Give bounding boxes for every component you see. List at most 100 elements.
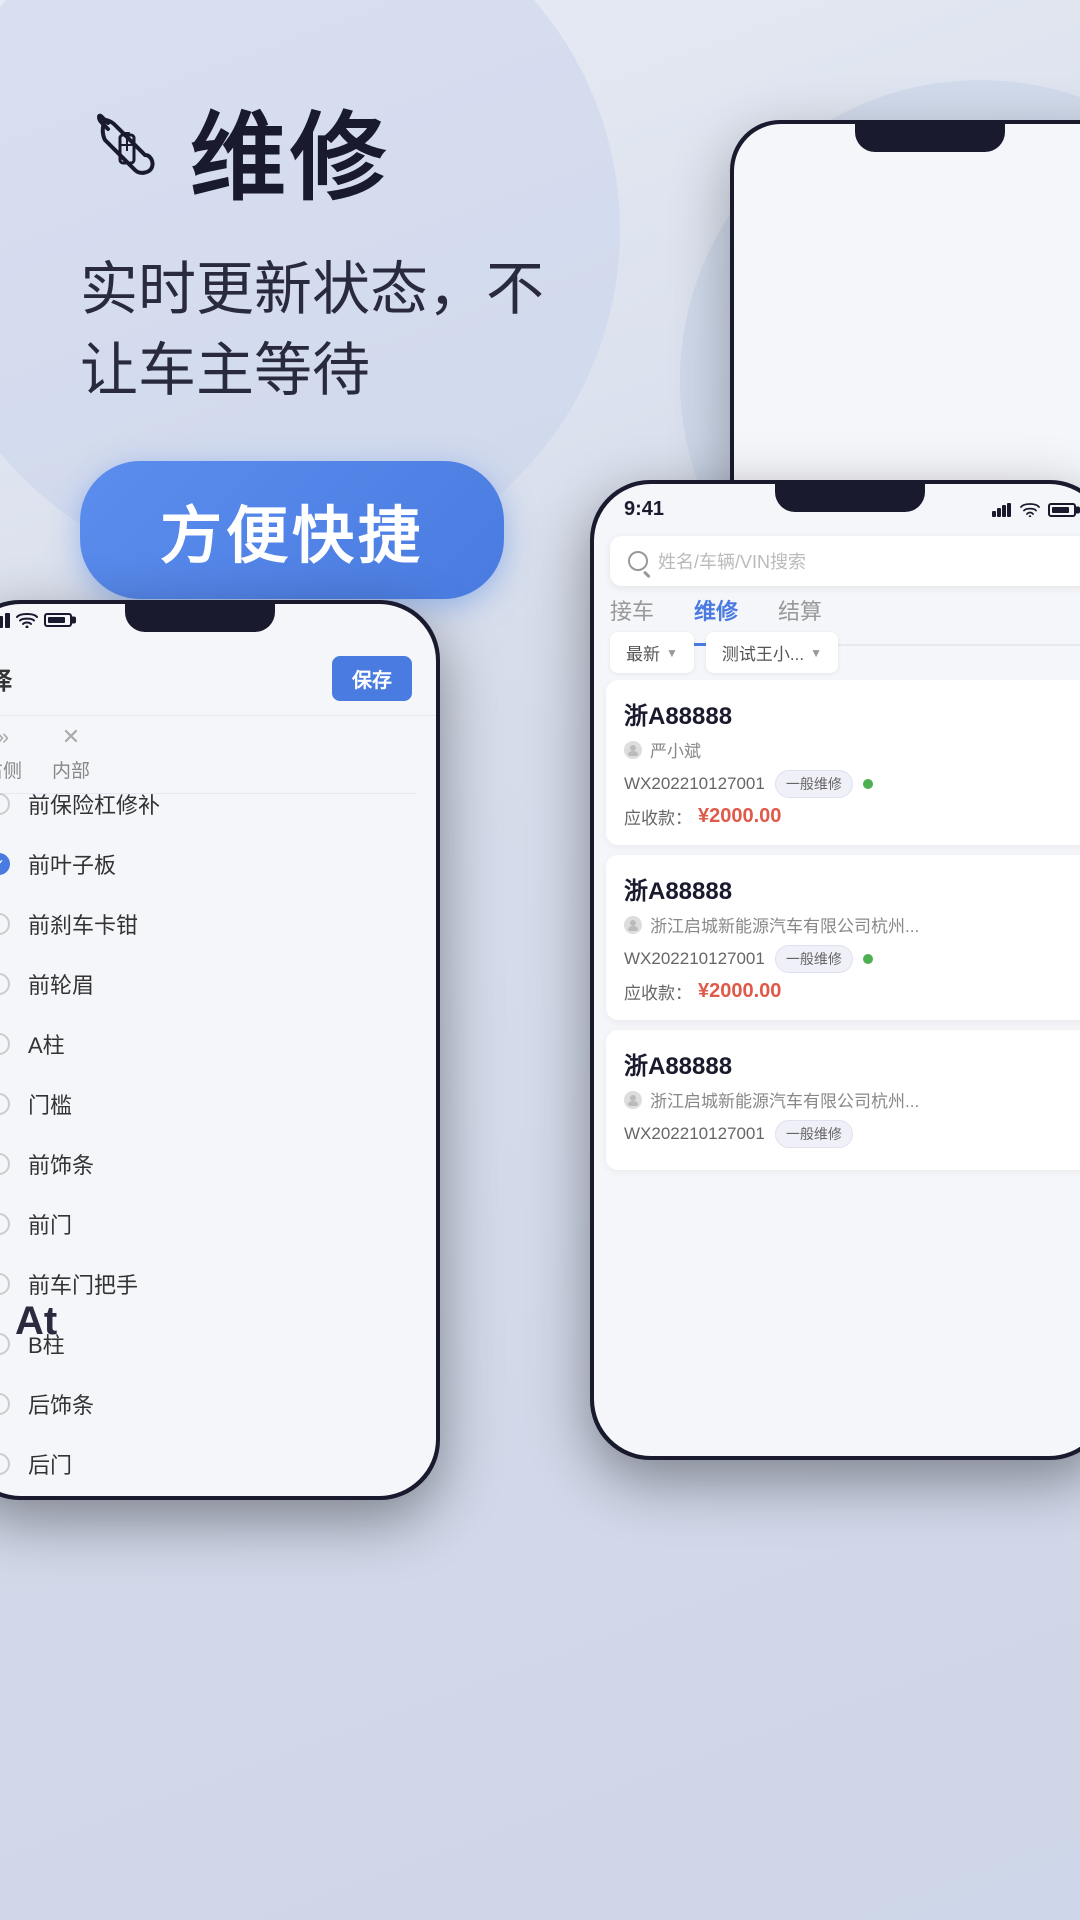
car-plate: 浙A88888 <box>624 871 1076 906</box>
owner-name: 浙江启城新能源汽车有限公司杭州... <box>650 912 919 937</box>
checkbox[interactable] <box>0 1333 10 1355</box>
checkbox[interactable] <box>0 1453 10 1475</box>
notch-left <box>125 604 275 632</box>
list-item[interactable]: B柱 <box>0 1314 436 1374</box>
owner-name: 浙江启城新能源汽车有限公司杭州... <box>650 1087 919 1112</box>
car-owner: 严小斌 <box>624 737 1076 762</box>
subtitle-line2: 让车主等待 <box>80 338 370 403</box>
list-item[interactable]: 前保险杠修补 <box>0 774 436 834</box>
filter-newest-label: 最新 <box>626 640 660 665</box>
owner-avatar-icon <box>624 916 642 934</box>
phone-right: 9:41 <box>590 480 1080 1460</box>
search-icon <box>628 551 648 571</box>
checkbox[interactable] <box>0 1093 10 1115</box>
car-meta-row: WX202210127001 一般维修 <box>624 770 1076 798</box>
amount-label: 应收款： <box>624 804 692 829</box>
item-label: 前保险杠修补 <box>28 788 160 820</box>
subtitle: 实时更新状态，不 让车主等待 <box>80 249 544 411</box>
checkbox[interactable] <box>0 973 10 995</box>
filter-staff-label: 测试王小... <box>722 640 804 665</box>
phone-left-inner: 择 保存 » 右侧 ✕ 内部 前保险杠修补 <box>0 604 436 1496</box>
item-label: 前刹车卡钳 <box>28 908 138 940</box>
chevron-down-icon-2: ▼ <box>810 646 822 660</box>
item-label: 前车门把手 <box>28 1268 138 1300</box>
checkbox[interactable] <box>0 913 10 935</box>
signal-icon-right <box>992 503 1012 517</box>
owner-avatar-icon <box>624 1091 642 1109</box>
subtitle-line1: 实时更新状态，不 <box>80 257 544 322</box>
notch-top-right <box>855 124 1005 152</box>
amount-value: ¥2000.00 <box>698 805 781 828</box>
search-bar[interactable]: 姓名/车辆/VIN搜索 <box>610 536 1080 586</box>
repair-type-badge: 一般维修 <box>775 1120 853 1148</box>
checkbox[interactable] <box>0 1033 10 1055</box>
work-order: WX202210127001 <box>624 949 765 969</box>
tab-receive[interactable]: 接车 <box>610 594 654 634</box>
status-icons-right <box>992 503 1076 517</box>
checkbox-checked[interactable]: ✓ <box>0 853 10 875</box>
checkbox[interactable] <box>0 1153 10 1175</box>
checkbox[interactable] <box>0 1393 10 1415</box>
item-label: 前叶子板 <box>28 848 116 880</box>
owner-avatar-icon <box>624 741 642 759</box>
time-display: 9:41 <box>624 498 664 521</box>
tab-settle[interactable]: 结算 <box>778 594 822 634</box>
item-label: 后门 <box>28 1448 72 1480</box>
list-item[interactable]: 前门 <box>0 1194 436 1254</box>
car-plate: 浙A88888 <box>624 696 1076 731</box>
list-item[interactable]: 前刹车卡钳 <box>0 894 436 954</box>
phone-right-inner: 9:41 <box>594 484 1080 1456</box>
battery-icon <box>44 613 72 627</box>
car-list-item[interactable]: 浙A88888 浙江启城新能源汽车有限公司杭州... WX20221012700… <box>606 1030 1080 1170</box>
amount-row: 应收款： ¥2000.00 <box>624 979 1076 1004</box>
list-item[interactable]: 门槛 <box>0 1074 436 1134</box>
notch-right <box>775 484 925 512</box>
save-button[interactable]: 保存 <box>332 656 412 701</box>
list-item[interactable]: A柱 <box>0 1014 436 1074</box>
battery-icon-right <box>1048 503 1076 517</box>
checklist: 前保险杠修补 ✓ 前叶子板 前刹车卡钳 前轮眉 A柱 <box>0 774 436 1496</box>
item-label: 前轮眉 <box>28 968 94 1000</box>
car-meta-row: WX202210127001 一般维修 <box>624 1120 1076 1148</box>
list-item[interactable]: 前饰条 <box>0 1134 436 1194</box>
list-item[interactable]: 后车门拉手 <box>0 1494 436 1496</box>
wrench-icon <box>80 105 170 195</box>
title-row: 维修 <box>80 80 544 219</box>
owner-name: 严小斌 <box>650 737 701 762</box>
signal-bar <box>0 613 10 628</box>
list-item[interactable]: 后饰条 <box>0 1374 436 1434</box>
car-list-item[interactable]: 浙A88888 严小斌 WX202210127001 一般维修 <box>606 680 1080 845</box>
signal-icons <box>0 612 72 628</box>
chevron-down-icon: ▼ <box>666 646 678 660</box>
work-order: WX202210127001 <box>624 1124 765 1144</box>
item-label: 门槛 <box>28 1088 72 1120</box>
filter-row: 最新 ▼ 测试王小... ▼ <box>610 632 1080 673</box>
checkbox[interactable] <box>0 1273 10 1295</box>
inner-x-icon: ✕ <box>62 724 80 750</box>
list-item[interactable]: ✓ 前叶子板 <box>0 834 436 894</box>
right-arrow-icon: » <box>0 724 9 750</box>
list-item[interactable]: 前车门把手 <box>0 1254 436 1314</box>
work-order: WX202210127001 <box>624 774 765 794</box>
car-plate: 浙A88888 <box>624 1046 1076 1081</box>
at-text: At <box>15 1299 57 1344</box>
list-item[interactable]: 后门 <box>0 1434 436 1494</box>
wifi-icon-right <box>1020 503 1040 517</box>
checkbox[interactable] <box>0 793 10 815</box>
filter-staff[interactable]: 测试王小... ▼ <box>706 632 838 673</box>
item-label: 前门 <box>28 1208 72 1240</box>
list-item[interactable]: 前轮眉 <box>0 954 436 1014</box>
amount-label: 应收款： <box>624 979 692 1004</box>
item-label: 前饰条 <box>28 1148 94 1180</box>
phones-area: 9 全 <box>0 480 1080 1920</box>
amount-value: ¥2000.00 <box>698 980 781 1003</box>
item-label: A柱 <box>28 1028 65 1060</box>
car-list-item[interactable]: 浙A88888 浙江启城新能源汽车有限公司杭州... WX20221012700… <box>606 855 1080 1020</box>
status-indicator <box>863 779 873 789</box>
car-owner: 浙江启城新能源汽车有限公司杭州... <box>624 912 1076 937</box>
item-label: 后饰条 <box>28 1388 94 1420</box>
checkbox[interactable] <box>0 1213 10 1235</box>
car-owner: 浙江启城新能源汽车有限公司杭州... <box>624 1087 1076 1112</box>
filter-newest[interactable]: 最新 ▼ <box>610 632 694 673</box>
repair-type-badge: 一般维修 <box>775 770 853 798</box>
